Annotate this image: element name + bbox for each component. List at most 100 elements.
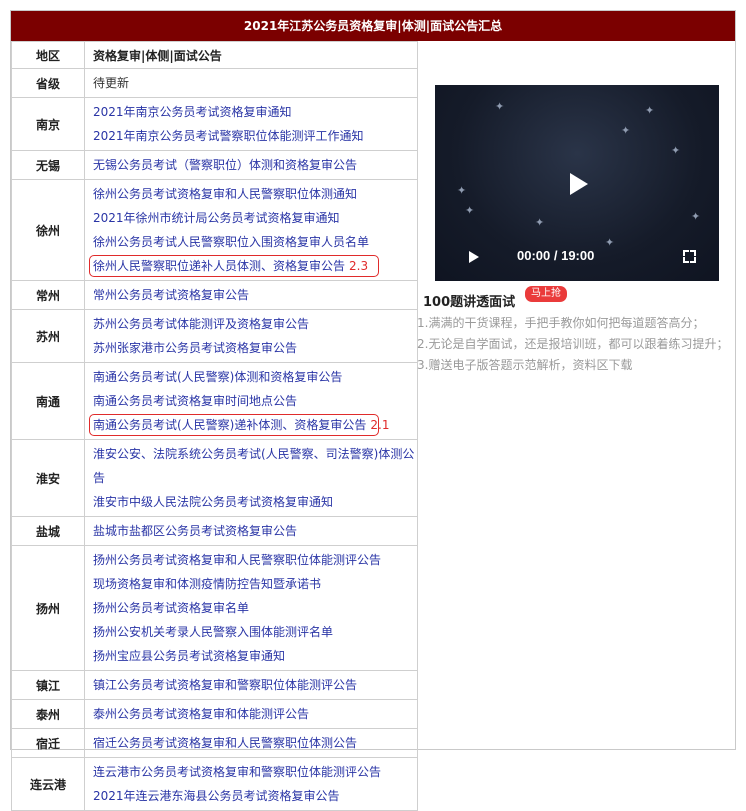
region-cell: 扬州 <box>11 545 85 671</box>
notice-link[interactable]: 连云港市公务员考试资格复审和警察职位体能测评公告 <box>93 760 417 784</box>
table-row: 苏州 苏州公务员考试体能测评及资格复审公告苏州张家港市公务员考试资格复审公告 <box>11 309 418 363</box>
notice-cell: 苏州公务员考试体能测评及资格复审公告苏州张家港市公务员考试资格复审公告 <box>84 309 418 363</box>
notice-link[interactable]: 淮安公安、法院系统公务员考试(人民警察、司法警察)体测公告 <box>93 442 417 490</box>
region-cell: 徐州 <box>11 179 85 281</box>
notice-link[interactable]: 2021年徐州市统计局公务员考试资格复审通知 <box>93 206 417 230</box>
notice-link[interactable]: 苏州张家港市公务员考试资格复审公告 <box>93 336 417 360</box>
region-cell: 宿迁 <box>11 728 85 758</box>
notice-link[interactable]: 镇江公务员考试资格复审和警察职位体能测评公告 <box>93 673 417 697</box>
notice-cell: 盐城市盐都区公务员考试资格复审公告 <box>84 516 418 546</box>
notice-cell: 宿迁公务员考试资格复审和人民警察职位体测公告 <box>84 728 418 758</box>
video-time: 00:00 / 19:00 <box>517 248 595 263</box>
notice-cell: 泰州公务员考试资格复审和体能测评公告 <box>84 699 418 729</box>
notice-link-text: 徐州公务员考试资格复审和人民警察职位体测通知 <box>93 187 358 201</box>
notice-link[interactable]: 徐州公务员考试人民警察职位入围资格复审人员名单 <box>93 230 417 254</box>
notice-link-text: 2021年徐州市统计局公务员考试资格复审通知 <box>93 211 340 225</box>
sparkle-icon: ✦ <box>465 204 475 217</box>
table-row: 宿迁 宿迁公务员考试资格复审和人民警察职位体测公告 <box>11 728 418 758</box>
notice-cell: 待更新 <box>84 68 418 98</box>
region-cell: 苏州 <box>11 309 85 363</box>
notice-link[interactable]: 2021年连云港东海县公务员考试资格复审公告 <box>93 784 417 808</box>
notice-link-text: 盐城市盐都区公务员考试资格复审公告 <box>93 524 298 538</box>
notice-cell: 徐州公务员考试资格复审和人民警察职位体测通知 2021年徐州市统计局公务员考试资格… <box>84 179 418 281</box>
notice-link[interactable]: 扬州宝应县公务员考试资格复审通知 <box>93 644 417 668</box>
notice-link[interactable]: 现场资格复审和体测疫情防控告知暨承诺书 <box>93 572 417 596</box>
region-cell: 省级 <box>11 68 85 98</box>
notice-link-text: 连云港市公务员考试资格复审和警察职位体能测评公告 <box>93 765 382 779</box>
grab-badge[interactable]: 马上抢 <box>525 286 567 302</box>
table-row: 淮安 淮安公安、法院系统公务员考试(人民警察、司法警察)体测公告淮安市中级人民法院… <box>11 439 418 517</box>
notice-link[interactable]: 南通公务员考试(人民警察)递补体测、资格复审公告 2.1 <box>89 414 389 436</box>
notice-link-text: 2021年南京公务员考试资格复审通知 <box>93 105 292 119</box>
course-title[interactable]: 100题讲透面试 <box>423 291 515 310</box>
notice-table: 地区 资格复审|体侧|面试公告 省级 待更新 南京 2021年南京公务员考试资格复审通… <box>11 41 418 811</box>
notice-link-text: 南通公务员考试资格复审时间地点公告 <box>93 394 298 408</box>
notice-link-text: 镇江公务员考试资格复审和警察职位体能测评公告 <box>93 678 358 692</box>
region-cell: 盐城 <box>11 516 85 546</box>
notice-link[interactable]: 徐州人民警察职位递补人员体测、资格复审公告 2.3 <box>89 255 379 277</box>
notice-link[interactable]: 2021年南京公务员考试资格复审通知 <box>93 100 417 124</box>
course-bullet: 1.满满的干货课程，手把手教你如何把每道题答高分； <box>417 316 705 330</box>
play-icon[interactable] <box>469 251 479 263</box>
notice-link[interactable]: 南通公务员考试(人民警察)体测和资格复审公告 <box>93 365 417 389</box>
notice-link-text: 南通公务员考试(人民警察)体测和资格复审公告 <box>93 370 343 384</box>
notice-link-text: 淮安市中级人民法院公务员考试资格复审通知 <box>93 495 334 509</box>
table-row: 无锡 无锡公务员考试（警察职位）体测和资格复审公告 <box>11 150 418 180</box>
notice-link-text: 泰州公务员考试资格复审和体能测评公告 <box>93 707 310 721</box>
notice-link[interactable]: 扬州公安机关考录人民警察入围体能测评名单 <box>93 620 417 644</box>
notice-link-text: 扬州公务员考试资格复审名单 <box>93 601 250 615</box>
notice-link[interactable]: 南通公务员考试资格复审时间地点公告 <box>93 389 417 413</box>
notice-link[interactable]: 淮安市中级人民法院公务员考试资格复审通知 <box>93 490 417 514</box>
notice-link-text: 2021年南京公务员考试警察职位体能测评工作通知 <box>93 129 364 143</box>
notice-link[interactable]: 无锡公务员考试（警察职位）体测和资格复审公告 <box>93 153 417 177</box>
notice-link[interactable]: 苏州公务员考试体能测评及资格复审公告 <box>93 312 417 336</box>
notice-cell: 南通公务员考试(人民警察)体测和资格复审公告 南通公务员考试资格复审时间地点公告南… <box>84 362 418 440</box>
region-cell: 淮安 <box>11 439 85 517</box>
notice-cell: 扬州公务员考试资格复审和人民警察职位体能测评公告 现场资格复审和体测疫情防控告知暨… <box>84 545 418 671</box>
update-date: 2.3 <box>349 259 369 273</box>
course-bullet: 3.赠送电子版答题示范解析，资料区下载 <box>417 358 633 372</box>
table-header-row: 地区 资格复审|体侧|面试公告 <box>11 41 418 69</box>
notice-link[interactable]: 扬州公务员考试资格复审名单 <box>93 596 417 620</box>
notice-link-text: 扬州公安机关考录人民警察入围体能测评名单 <box>93 625 334 639</box>
fullscreen-icon[interactable] <box>683 250 696 263</box>
notice-link-text: 常州公务员考试资格复审公告 <box>93 288 250 302</box>
notice-link-text: 苏州张家港市公务员考试资格复审公告 <box>93 341 298 355</box>
video-player[interactable]: ✦ ✦ ✦ ✦ ✦ ✦ ✦ ✦ ✦ 00:00 / 19:00 <box>435 85 719 281</box>
notice-cell: 镇江公务员考试资格复审和警察职位体能测评公告 <box>84 670 418 700</box>
notice-link-text: 南通公务员考试(人民警察)递补体测、资格复审公告 <box>93 418 367 432</box>
notice-link-text: 待更新 <box>93 76 130 90</box>
table-row: 徐州 徐州公务员考试资格复审和人民警察职位体测通知 2021年徐州市统计局公务员考试… <box>11 179 418 281</box>
play-icon[interactable] <box>570 173 588 195</box>
region-cell: 常州 <box>11 280 85 310</box>
table-row: 南京 2021年南京公务员考试资格复审通知 2021年南京公务员考试警察职位体能测评… <box>11 97 418 151</box>
sparkle-icon: ✦ <box>495 100 505 113</box>
region-cell: 连云港 <box>11 757 85 811</box>
notice-link[interactable]: 宿迁公务员考试资格复审和人民警察职位体测公告 <box>93 731 417 755</box>
notice-cell: 常州公务员考试资格复审公告 <box>84 280 418 310</box>
sparkle-icon: ✦ <box>645 104 655 117</box>
page-frame: 2021年江苏公务员资格复审|体测|面试公告汇总 地区 资格复审|体侧|面试公告… <box>10 10 737 811</box>
notice-link[interactable]: 盐城市盐都区公务员考试资格复审公告 <box>93 519 417 543</box>
sparkle-icon: ✦ <box>457 184 467 197</box>
table-row: 盐城 盐城市盐都区公务员考试资格复审公告 <box>11 516 418 546</box>
notice-link-text: 无锡公务员考试（警察职位）体测和资格复审公告 <box>93 158 358 172</box>
table-row: 镇江 镇江公务员考试资格复审和警察职位体能测评公告 <box>11 670 418 700</box>
region-cell: 无锡 <box>11 150 85 180</box>
notice-link[interactable]: 2021年南京公务员考试警察职位体能测评工作通知 <box>93 124 417 148</box>
notice-link[interactable]: 徐州公务员考试资格复审和人民警察职位体测通知 <box>93 182 417 206</box>
course-bullets: 1.满满的干货课程，手把手教你如何把每道题答高分； 2.无论是自学面试，还是报培… <box>417 313 737 376</box>
sparkle-icon: ✦ <box>535 216 545 229</box>
notice-link-text: 2021年连云港东海县公务员考试资格复审公告 <box>93 789 340 803</box>
notice-link[interactable]: 常州公务员考试资格复审公告 <box>93 283 417 307</box>
table-row: 连云港 连云港市公务员考试资格复审和警察职位体能测评公告 2021年连云港东海县公务… <box>11 757 418 811</box>
table-row: 南通 南通公务员考试(人民警察)体测和资格复审公告 南通公务员考试资格复审时间地点公… <box>11 362 418 440</box>
notice-link[interactable]: 扬州公务员考试资格复审和人民警察职位体能测评公告 <box>93 548 417 572</box>
notice-cell: 无锡公务员考试（警察职位）体测和资格复审公告 <box>84 150 418 180</box>
table-row: 省级 待更新 <box>11 68 418 98</box>
update-date: 2.1 <box>370 418 390 432</box>
column-header-notice: 资格复审|体侧|面试公告 <box>84 41 418 69</box>
notice-link[interactable]: 泰州公务员考试资格复审和体能测评公告 <box>93 702 417 726</box>
sparkle-icon: ✦ <box>671 144 681 157</box>
notice-cell: 连云港市公务员考试资格复审和警察职位体能测评公告 2021年连云港东海县公务员考试… <box>84 757 418 811</box>
